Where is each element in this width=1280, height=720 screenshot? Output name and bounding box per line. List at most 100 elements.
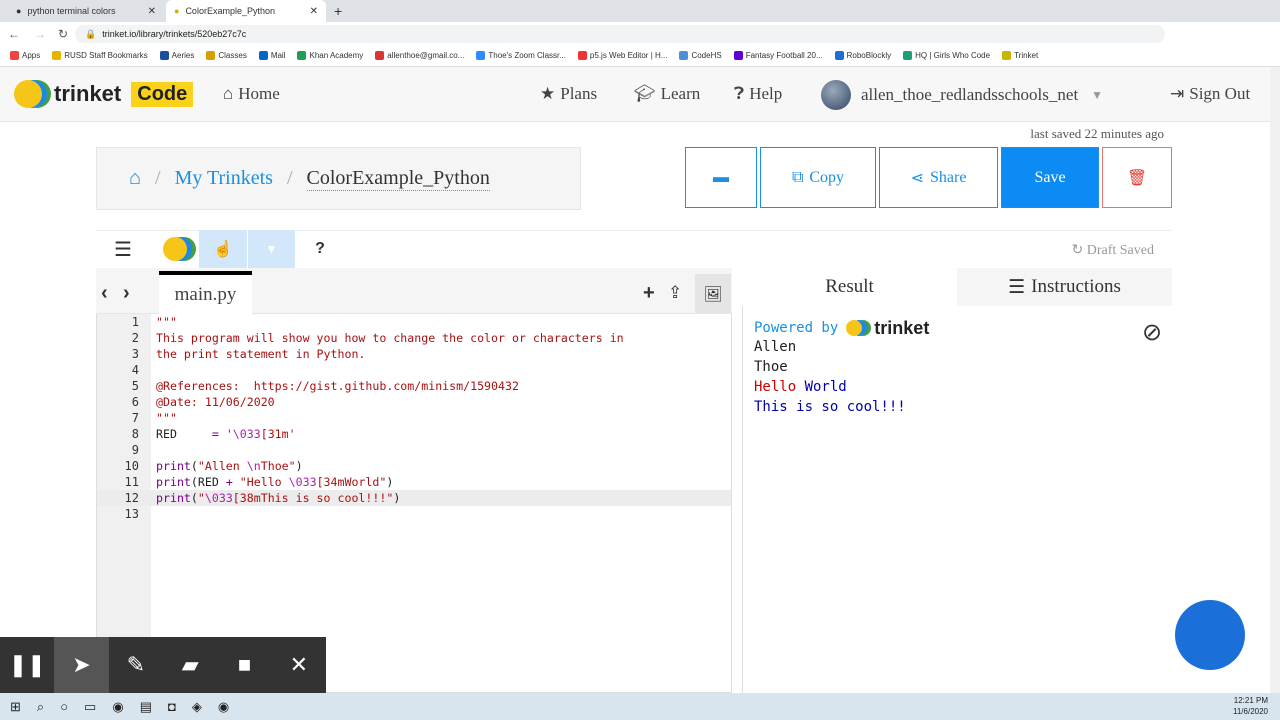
sign-out-link[interactable]: ⇥ Sign Out [1170, 84, 1250, 104]
forward-icon[interactable]: → [34, 27, 46, 41]
bookmark-item[interactable]: Fantasy Football 20... [733, 51, 823, 60]
help-button[interactable]: ? [306, 230, 334, 268]
search-icon[interactable]: ⌕ [37, 699, 44, 715]
page-scrollbar[interactable] [1270, 67, 1280, 693]
tabs-scroll-left-icon[interactable]: ‹ [101, 282, 108, 305]
reload-icon[interactable]: ↻ [58, 27, 68, 41]
code-line[interactable]: print(RED + "Hello \033[34mWorld") [156, 474, 393, 490]
trash-icon: 🗑︎ [1126, 169, 1148, 187]
code-line[interactable]: the print statement in Python. [156, 346, 365, 362]
bookmark-item[interactable]: RUSD Staff Bookmarks [52, 51, 148, 60]
tabs-scroll-right-icon[interactable]: › [123, 282, 130, 305]
task-view-icon[interactable]: ▭ [84, 699, 96, 715]
save-button[interactable]: Save [1001, 147, 1099, 208]
cortana-icon[interactable]: ○ [60, 699, 68, 714]
code-token: """ [156, 315, 177, 329]
camera-icon[interactable]: ■ [217, 637, 271, 693]
nav-plans[interactable]: ★ Plans [540, 84, 597, 104]
home-icon[interactable]: ⌂ [129, 167, 141, 190]
run-options-dropdown[interactable]: ▼ [248, 230, 295, 268]
sign-out-icon: ⇥ [1170, 84, 1185, 103]
nav-help[interactable]: ❓︎ Help [734, 84, 782, 104]
bookmark-item[interactable]: Aeries [159, 51, 194, 60]
copy-button[interactable]: ⧉ Copy [760, 147, 876, 208]
code-line[interactable]: RED = '\033[31m' [156, 426, 296, 442]
code-token: Thoe" [260, 459, 296, 473]
bookmark-item[interactable]: Apps [10, 51, 40, 60]
new-tab-button[interactable]: + [334, 3, 342, 19]
bookmark-item[interactable]: Trinket [1002, 51, 1038, 60]
run-button[interactable] [152, 230, 198, 268]
pointer-icon[interactable]: ➤ [54, 637, 109, 693]
image-file-icon[interactable]: 🖼︎ [695, 274, 731, 314]
bookmark-item[interactable]: CodeHS [679, 51, 722, 60]
bookmark-item[interactable]: allenthoe@gmail.co... [375, 51, 464, 60]
add-file-icon[interactable]: + [643, 282, 655, 305]
code-line[interactable]: """ [156, 410, 177, 426]
chat-support-button[interactable] [1175, 600, 1245, 670]
share-button[interactable]: ⋖ Share [879, 147, 998, 208]
folder-button[interactable]: ▬ [685, 147, 757, 208]
bookmark-item[interactable]: Mail [258, 51, 285, 60]
bookmark-item[interactable]: Khan Academy [297, 51, 363, 60]
chrome-icon[interactable]: ◉ [218, 699, 229, 715]
nav-learn[interactable]: 🎓︎ Learn [634, 84, 700, 104]
delete-button[interactable]: 🗑︎ [1102, 147, 1172, 208]
code-line[interactable]: print("Allen \nThoe") [156, 458, 303, 474]
browser-tab[interactable]: ● python terminal colors ✕ [8, 0, 164, 22]
tab-result[interactable]: Result [742, 268, 957, 306]
bookmark-item[interactable]: Classes [206, 51, 247, 60]
back-icon[interactable]: ← [8, 27, 20, 41]
file-explorer-icon[interactable]: ▤ [140, 699, 152, 715]
code-line[interactable]: @Date: 11/06/2020 [156, 394, 275, 410]
code-line[interactable]: """ [156, 314, 177, 330]
close-icon[interactable]: ✕ [148, 6, 156, 17]
pen-icon[interactable]: ✎ [109, 637, 163, 693]
trinket-title[interactable]: ColorExample_Python [306, 167, 490, 191]
bookmark-item[interactable]: Thoe's Zoom Classr... [476, 51, 566, 60]
bookmark-icon [206, 51, 216, 60]
line-number: 12 [124, 491, 139, 505]
caret-down-icon: ▼ [265, 242, 278, 256]
line-number: 10 [124, 459, 139, 473]
code-line[interactable]: print("\033[38mThis is so cool!!!") [156, 490, 400, 506]
code-line[interactable]: This program will show you how to change… [156, 330, 624, 346]
line-number: 1 [131, 315, 139, 329]
system-clock: 12:21 PM 11/6/2020 [1233, 696, 1268, 716]
stop-icon[interactable]: ⊘ [1142, 318, 1162, 347]
tab-instructions[interactable]: ☰ Instructions [957, 268, 1172, 306]
close-icon[interactable]: ✕ [310, 6, 318, 17]
close-icon[interactable]: ✕ [272, 637, 326, 693]
interact-button[interactable]: ☝ [199, 230, 247, 268]
app-icon[interactable]: ◈ [192, 699, 202, 715]
url-input[interactable]: 🔒 trinket.io/library/trinkets/520eb27c7c [75, 25, 1165, 43]
browser-tab-active[interactable]: ● ColorExample_Python ✕ [166, 0, 326, 22]
bookmark-item[interactable]: RoboBlockly [834, 51, 891, 60]
screen-recorder-toolbar: ❚❚ ➤ ✎ ▰ ■ ✕ [0, 637, 326, 693]
upload-icon[interactable]: ⇪ [668, 283, 682, 303]
trinket-logo[interactable]: trinket Code [14, 80, 194, 108]
bookmark-icon [159, 51, 169, 60]
highlighter-icon[interactable]: ▰ [163, 637, 217, 693]
pause-icon[interactable]: ❚❚ [0, 637, 54, 693]
code-token: This program will show you how to change… [156, 331, 624, 345]
home-icon: ⌂ [223, 84, 234, 103]
graduation-cap-icon: 🎓︎ [634, 84, 656, 103]
question-circle-icon: ❓︎ [734, 84, 745, 103]
bookmark-item[interactable]: p5.js Web Editor | H... [577, 51, 667, 60]
windows-start-icon[interactable]: ⊞ [10, 699, 21, 715]
bookmark-item[interactable]: HQ | Girls Who Code [903, 51, 990, 60]
chrome-icon[interactable]: ◉ [112, 699, 123, 715]
breadcrumb-my-trinkets[interactable]: My Trinkets [175, 167, 273, 190]
code-line[interactable]: @References: https://gist.github.com/min… [156, 378, 519, 394]
file-tab-main-py[interactable]: main.py [159, 271, 252, 315]
trinket-icon: ● [174, 6, 180, 16]
menu-button[interactable]: ☰ [104, 230, 142, 268]
nav-home[interactable]: ⌂ Home [223, 84, 280, 104]
camera-app-icon[interactable]: ◘ [168, 699, 176, 714]
line-number: 3 [131, 347, 139, 361]
code-token: "Hello [232, 475, 289, 489]
user-menu[interactable]: allen_thoe_redlandsschools_net ▼ [821, 80, 1103, 110]
output-line: This is so cool!!! [754, 399, 906, 415]
code-token: """ [156, 411, 177, 425]
